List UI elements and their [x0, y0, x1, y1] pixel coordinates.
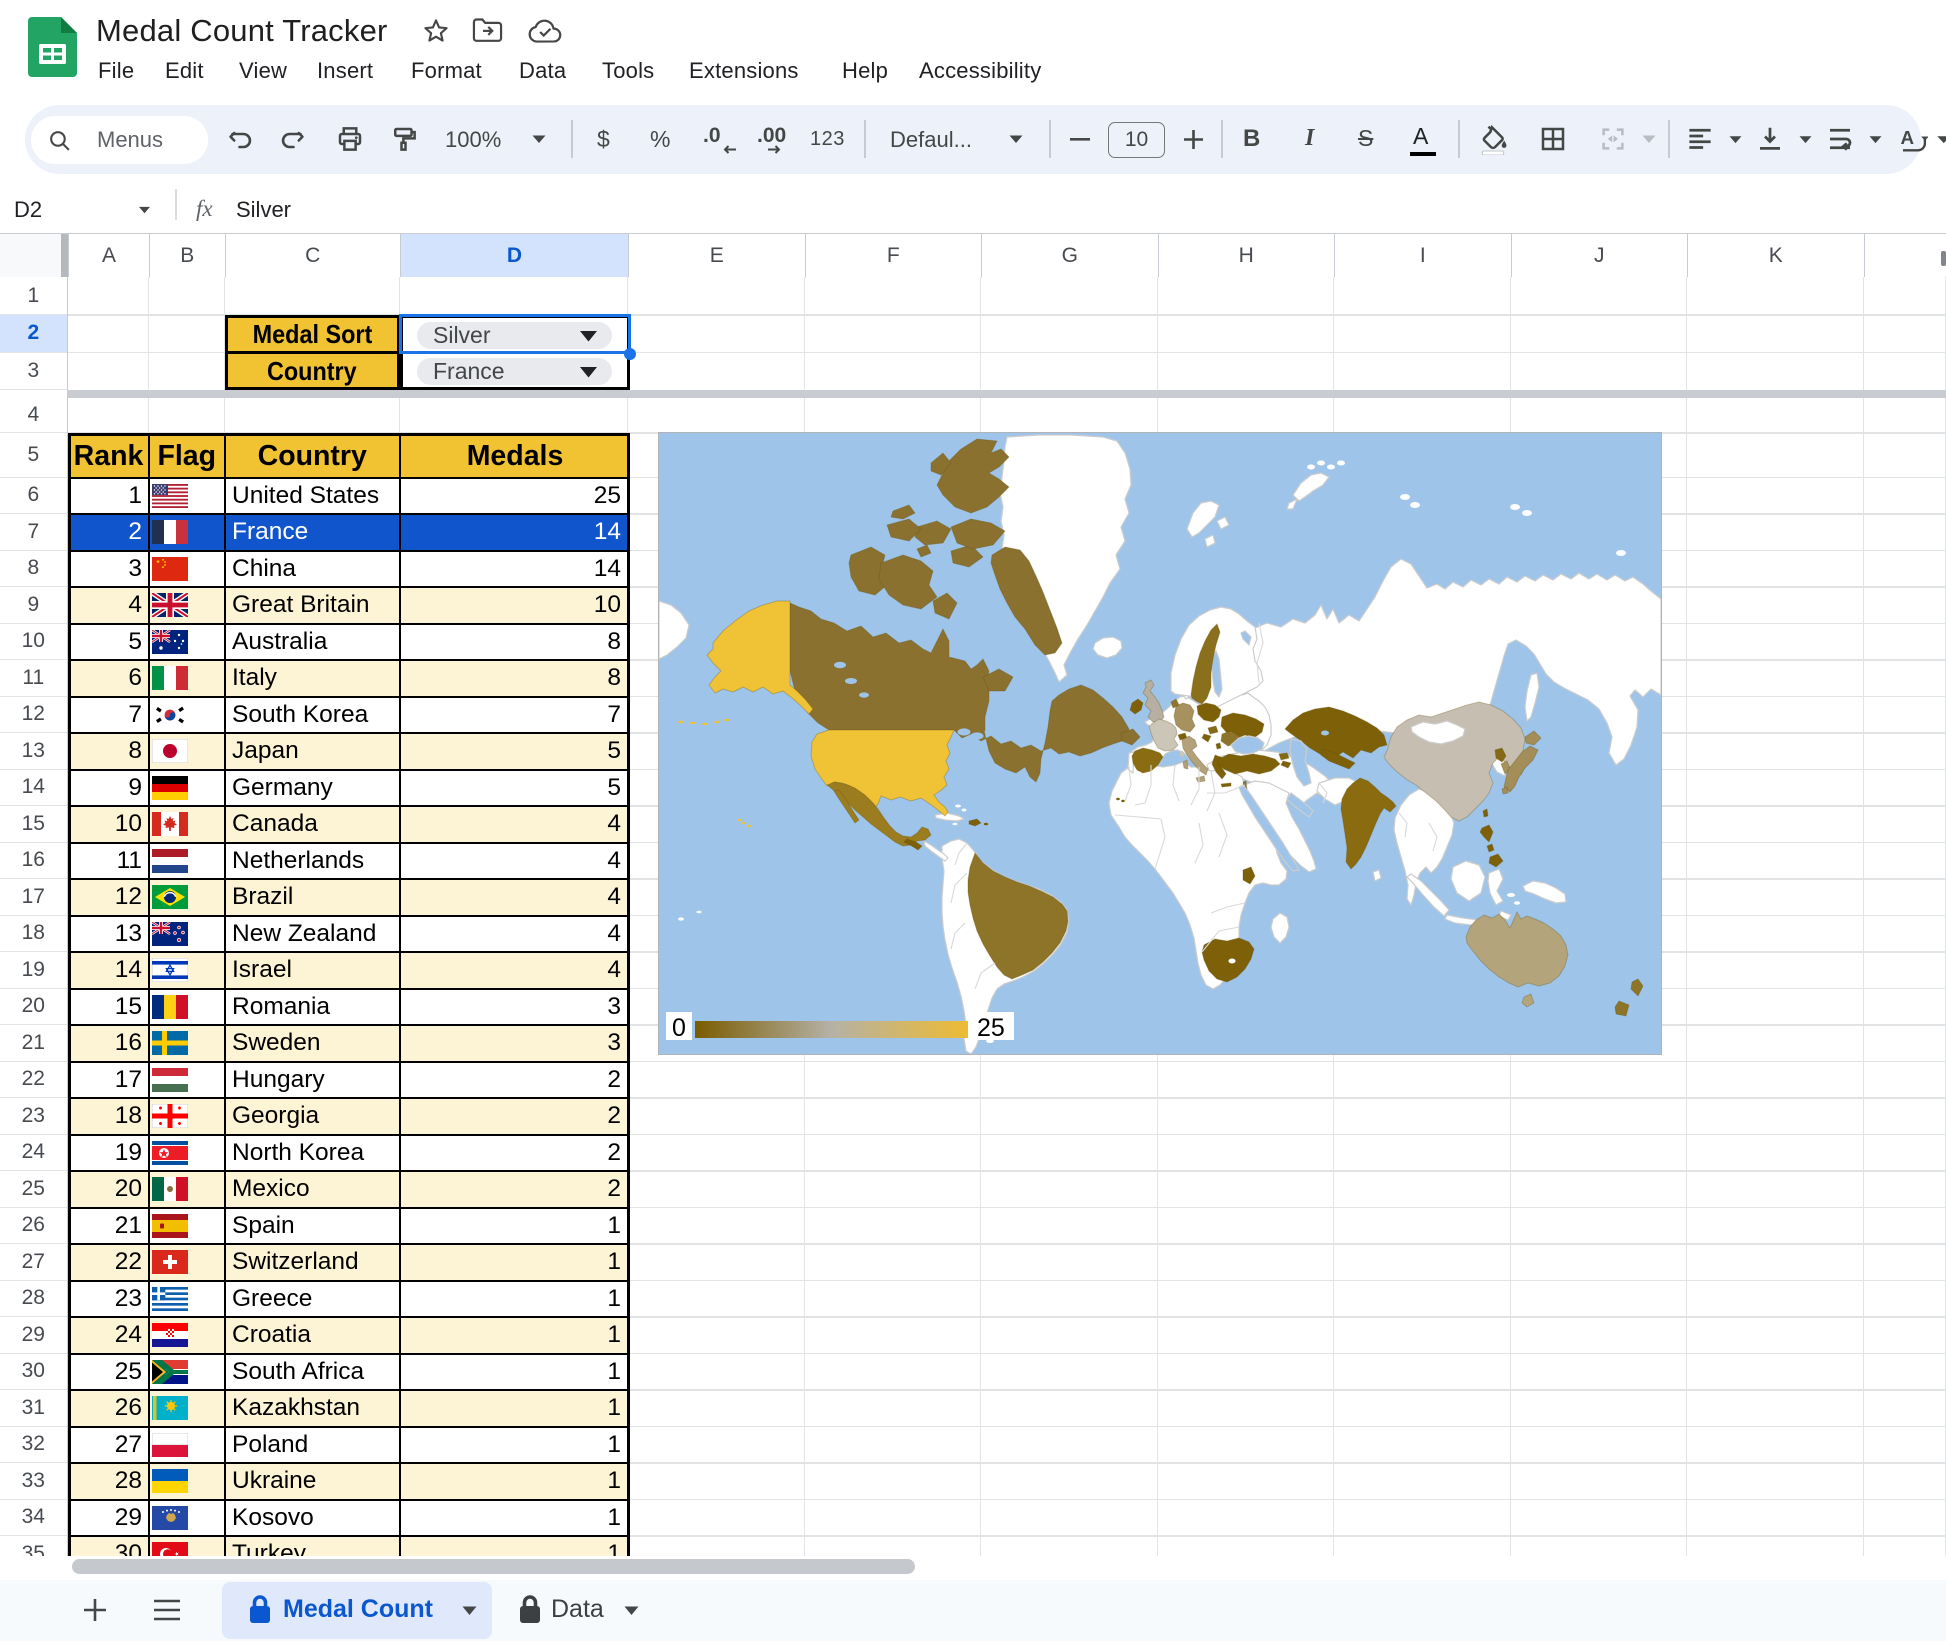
svg-text:0: 0: [672, 1014, 686, 1042]
svg-text:A: A: [1901, 127, 1915, 148]
svg-text:25: 25: [977, 1014, 1005, 1042]
